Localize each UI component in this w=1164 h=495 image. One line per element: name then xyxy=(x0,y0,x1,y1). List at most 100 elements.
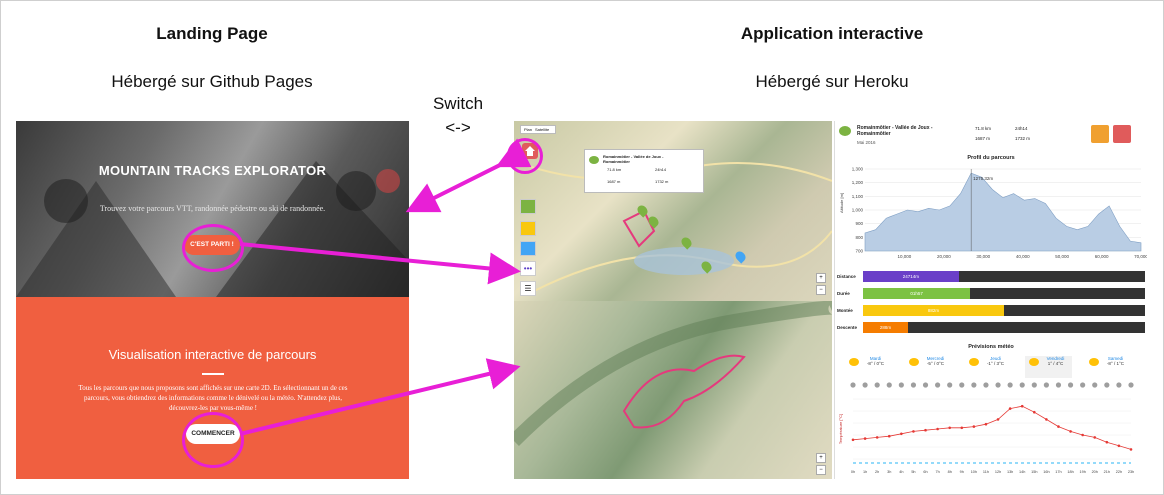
zoom-out-button[interactable]: − xyxy=(816,465,826,475)
hour-tick: 19h xyxy=(1079,470,1085,474)
header-distance: 71.8 km xyxy=(975,126,992,131)
hour-weather-icon xyxy=(1104,382,1110,388)
tab-satellite[interactable]: Satellite xyxy=(535,127,549,132)
stat-fill: 288m xyxy=(863,322,909,333)
map-detail[interactable]: + − xyxy=(514,301,832,479)
stat-track: 882m xyxy=(863,305,1145,316)
profile-y-tick: 1,300 xyxy=(852,167,864,172)
temperature-chart: 0h 1h 2h 3h 4h 5h 6h 7h 8h 9h 10h 11h 12h 13h 14h 15h 16… xyxy=(838,382,1134,474)
stat-row-montée: Montée 882m xyxy=(835,305,1147,316)
hour-tick: 9h xyxy=(960,470,964,474)
forecast-day[interactable]: Samedi -8° / 1°C xyxy=(1085,356,1132,378)
profile-x-tick: 40,000 xyxy=(1016,254,1030,259)
hour-tick: 6h xyxy=(923,470,927,474)
hour-tick: 17h xyxy=(1055,470,1061,474)
track-date: Mai 2016 xyxy=(857,140,876,145)
stat-track: 288m xyxy=(863,322,1145,333)
temp-point xyxy=(1093,436,1097,439)
hour-weather-icon xyxy=(947,382,953,388)
profile-x-tick: 50,000 xyxy=(1055,254,1069,259)
temp-point xyxy=(996,418,1000,421)
profile-x-tick: 70,000 xyxy=(1134,254,1147,259)
bike-icon xyxy=(839,126,851,136)
hour-tick: 0h xyxy=(851,470,855,474)
hour-tick: 11h xyxy=(983,470,989,474)
hour-weather-icon xyxy=(971,382,977,388)
popup-title: Romainmôtier - Vallée de Joux - Romainmô… xyxy=(603,154,664,164)
stat-row-distance: Distance 24714m xyxy=(835,271,1147,282)
hour-weather-icon xyxy=(1116,382,1122,388)
stat-row-durée: Durée 01h57 xyxy=(835,288,1147,299)
temp-point xyxy=(851,438,855,442)
stat-label: Descente xyxy=(837,325,858,330)
hour-weather-icon xyxy=(874,382,880,388)
favorite-button[interactable] xyxy=(1091,125,1109,143)
temp-point xyxy=(1033,410,1036,414)
forecast-day[interactable]: Mercredi -5° / 0°C xyxy=(905,356,952,378)
day-temps: -1° / 3°C xyxy=(986,361,1005,366)
track-details-panel: Romainmôtier - Vallée de Joux - Romainmô… xyxy=(834,121,1147,479)
settings-button[interactable]: ☰ xyxy=(520,281,536,296)
zoom-out-button[interactable]: − xyxy=(816,285,826,295)
filter-ski-button[interactable] xyxy=(520,241,536,256)
popup-ascent: 1687 m xyxy=(607,179,621,184)
stat-fill: 01h57 xyxy=(863,288,971,299)
temp-point xyxy=(1117,444,1121,448)
profile-y-tick: 700 xyxy=(855,249,863,254)
stat-label: Durée xyxy=(837,291,850,296)
temp-point xyxy=(875,436,879,439)
download-button[interactable] xyxy=(1113,125,1131,143)
map-overview[interactable]: Plan Satellite ••• ☰ Romainmôtier - Vallé… xyxy=(514,121,832,301)
profile-y-tick: 1,100 xyxy=(852,194,864,199)
switch-arrow: <-> xyxy=(445,118,471,137)
temp-point xyxy=(887,434,891,438)
commencer-button-highlight xyxy=(182,412,244,468)
map-terrain xyxy=(514,160,832,292)
stat-track: 24714m xyxy=(863,271,1145,282)
hour-tick: 8h xyxy=(948,470,952,474)
hero-text: Trouvez votre parcours VTT, randonnée pé… xyxy=(99,204,326,213)
profile-y-tick: 1,200 xyxy=(852,180,864,185)
stat-label: Montée xyxy=(837,308,853,313)
profile-y-tick: 1,000 xyxy=(852,208,864,213)
map-terrain xyxy=(514,301,832,446)
popup-descent: 1732 m xyxy=(655,179,669,184)
hour-weather-icon xyxy=(862,382,868,388)
hour-weather-icon xyxy=(1019,382,1025,388)
filter-bike-button[interactable] xyxy=(520,199,536,214)
sun-cloud-icon xyxy=(849,358,859,366)
track-popup[interactable]: Romainmôtier - Vallée de Joux - Romainmô… xyxy=(584,149,704,193)
filter-hike-button[interactable] xyxy=(520,221,536,236)
hour-tick: 2h xyxy=(875,470,879,474)
stat-fill: 24714m xyxy=(863,271,959,282)
sun-cloud-icon xyxy=(1089,358,1099,366)
forecast-day[interactable]: Mardi -8° / 0°C xyxy=(845,356,892,378)
section-divider xyxy=(202,373,224,375)
zoom-in-button[interactable]: + xyxy=(816,273,826,283)
hour-tick: 10h xyxy=(971,470,977,474)
header-descent: 1732 m xyxy=(1015,136,1031,141)
hero-title: MOUNTAIN TRACKS EXPLORATOR xyxy=(98,163,327,178)
tab-plan[interactable]: Plan xyxy=(524,127,532,132)
hour-tick: 4h xyxy=(899,470,903,474)
map-type-tabs[interactable]: Plan Satellite xyxy=(520,125,557,134)
day-temps: -8° / 1°C xyxy=(1106,361,1125,366)
hour-tick: 16h xyxy=(1043,470,1049,474)
landing-heading: Landing Page xyxy=(156,24,268,43)
zoom-in-button[interactable]: + xyxy=(816,453,826,463)
more-button[interactable]: ••• xyxy=(520,261,536,276)
hour-weather-icon xyxy=(1055,382,1062,388)
profile-y-tick: 900 xyxy=(855,221,863,226)
forecast-day[interactable]: Vendredi 1° / 4°C xyxy=(1025,356,1072,378)
hour-tick: 1h xyxy=(863,470,867,474)
track-title: Romainmôtier - Vallée de Joux - Romainmô… xyxy=(857,125,933,137)
profile-y-tick: 800 xyxy=(855,235,863,240)
forecast-day[interactable]: Jeudi -1° / 3°C xyxy=(965,356,1012,378)
popup-duration: 24h14 xyxy=(655,167,667,172)
day-temps: -8° / 0°C xyxy=(866,361,885,366)
hour-tick: 12h xyxy=(995,470,1001,474)
temp-point xyxy=(960,426,964,430)
hour-weather-icon xyxy=(850,382,856,388)
sun-cloud-icon xyxy=(969,358,979,366)
temp-point xyxy=(948,426,951,430)
